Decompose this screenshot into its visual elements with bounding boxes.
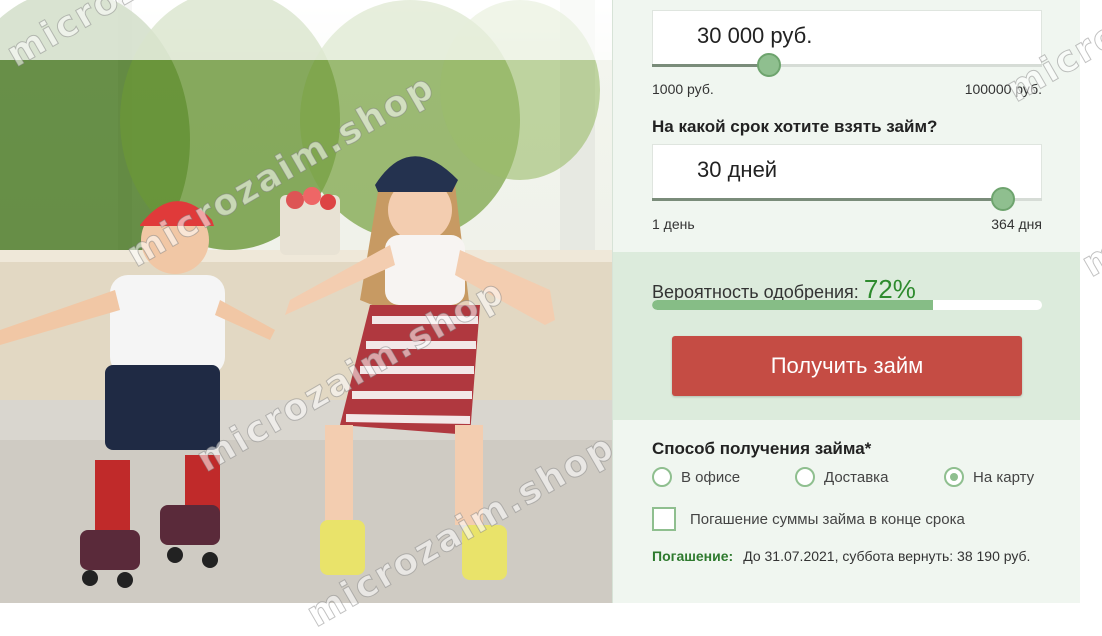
amount-min: 1000 руб. [652, 81, 714, 97]
get-loan-button[interactable]: Получить займ [672, 336, 1022, 396]
term-value: 30 дней [697, 157, 778, 182]
amount-max: 100000 руб. [964, 81, 1042, 97]
repay-at-end-checkbox[interactable]: Погашение суммы займа в конце срока [652, 507, 965, 531]
radio-delivery-circle[interactable] [795, 467, 815, 487]
repayment-info: Погашение: До 31.07.2021, суббота вернуть… [652, 547, 1052, 566]
term-slider[interactable] [652, 187, 1042, 211]
amount-value: 30 000 руб. [697, 23, 813, 48]
approval-progress-fill [652, 300, 933, 310]
term-min: 1 день [652, 216, 695, 232]
radio-delivery-label: Доставка [824, 468, 889, 486]
radio-card-label: На карту [973, 468, 1035, 486]
approval-progress-bar [652, 300, 1042, 310]
amount-slider[interactable] [652, 53, 1042, 77]
page-margin [1080, 0, 1102, 603]
term-field[interactable]: 30 дней [652, 144, 1042, 199]
amount-slider-handle[interactable] [757, 53, 781, 77]
term-max: 364 дня [991, 216, 1042, 232]
radio-card[interactable]: На карту [944, 466, 1034, 488]
radio-office[interactable]: В офисе [652, 466, 740, 488]
method-title: Способ получения займа* [652, 439, 872, 458]
repayment-label: Погашение: [652, 548, 734, 564]
term-slider-handle[interactable] [991, 187, 1015, 211]
repay-at-end-label: Погашение суммы займа в конце срока [690, 510, 965, 528]
repay-at-end-box[interactable] [652, 507, 676, 531]
radio-office-circle[interactable] [652, 467, 672, 487]
amount-slider-fill [652, 64, 769, 67]
approval-block: Вероятность одобрения: 72% Получить займ [613, 252, 1081, 420]
radio-delivery[interactable]: Доставка [795, 466, 888, 488]
approval-label: Вероятность одобрения: [652, 282, 859, 302]
radio-card-circle[interactable] [944, 467, 964, 487]
amount-field[interactable]: 30 000 руб. [652, 10, 1042, 65]
term-question: На какой срок хотите взять займ? [652, 117, 938, 136]
radio-office-label: В офисе [681, 468, 741, 486]
repayment-text: До 31.07.2021, суббота вернуть: 38 190 р… [743, 548, 1031, 564]
hero-illustration [0, 0, 612, 603]
term-slider-fill [652, 198, 1003, 201]
loan-form-panel: 30 000 руб. 1000 руб. 100000 руб. На как… [612, 0, 1081, 603]
hero-photo [0, 0, 612, 603]
